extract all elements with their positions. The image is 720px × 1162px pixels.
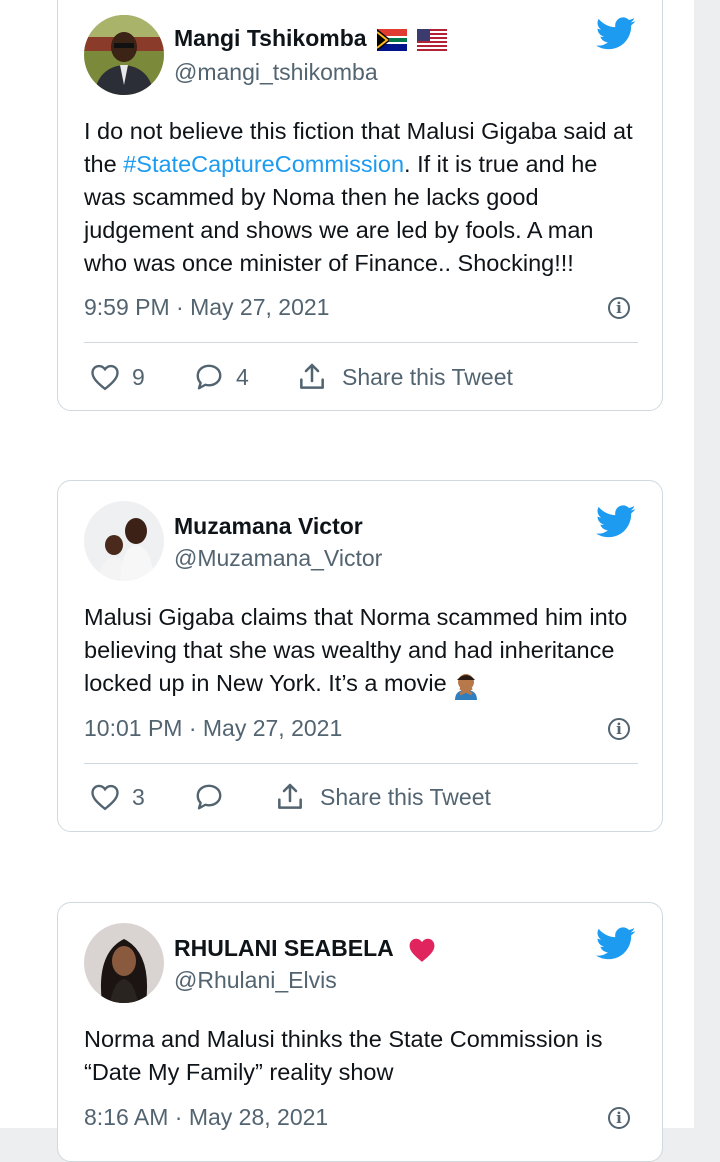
like-button[interactable]: 9 bbox=[90, 359, 145, 395]
share-button[interactable]: Share this Tweet bbox=[274, 779, 491, 815]
person-gesturing-no-emoji-icon bbox=[454, 673, 477, 700]
red-heart-emoji-icon bbox=[409, 938, 435, 962]
tweet-text: Malusi Gigaba claims that Norma scammed … bbox=[84, 601, 638, 700]
twitter-bird-icon[interactable] bbox=[596, 17, 636, 51]
info-icon[interactable]: i bbox=[608, 718, 630, 740]
tweet-text: Norma and Malusi thinks the State Commis… bbox=[84, 1026, 603, 1085]
display-name[interactable]: RHULANI SEABELA bbox=[174, 935, 437, 963]
tweet-timestamp[interactable]: 8:16 AM · May 28, 2021 bbox=[84, 1104, 328, 1131]
divider bbox=[84, 342, 638, 343]
like-count: 3 bbox=[132, 783, 145, 810]
twitter-bird-icon[interactable] bbox=[596, 505, 636, 539]
share-button[interactable]: Share this Tweet bbox=[296, 359, 513, 395]
hashtag-link[interactable]: #StateCaptureCommission bbox=[123, 151, 404, 177]
tweet-card[interactable]: Mangi Tshikomba @mangi_tshikomba I do no… bbox=[57, 0, 663, 411]
avatar[interactable] bbox=[84, 923, 164, 1003]
info-icon[interactable]: i bbox=[608, 297, 630, 319]
south-africa-flag-icon bbox=[376, 28, 407, 51]
divider bbox=[84, 763, 638, 764]
reply-count: 4 bbox=[236, 363, 249, 390]
heart-icon bbox=[91, 364, 119, 391]
tweet-actions: 9 4 Share this Tweet bbox=[84, 359, 644, 395]
tweet-timestamp[interactable]: 10:01 PM · May 27, 2021 bbox=[84, 715, 342, 742]
info-icon[interactable]: i bbox=[608, 1107, 630, 1129]
tweet-card[interactable]: Muzamana Victor @Muzamana_Victor Malusi … bbox=[57, 480, 663, 832]
tweet-card[interactable]: RHULANI SEABELA @Rhulani_Elvis Norma and… bbox=[57, 902, 663, 1162]
user-handle[interactable]: @Muzamana_Victor bbox=[174, 545, 382, 572]
avatar[interactable] bbox=[84, 501, 164, 581]
page: Mangi Tshikomba @mangi_tshikomba I do no… bbox=[0, 0, 694, 1162]
share-label: Share this Tweet bbox=[342, 363, 513, 390]
tweet-actions: 3 Share this Tweet bbox=[84, 779, 644, 815]
twitter-bird-icon[interactable] bbox=[596, 927, 636, 961]
user-handle[interactable]: @Rhulani_Elvis bbox=[174, 967, 337, 994]
user-handle[interactable]: @mangi_tshikomba bbox=[174, 59, 378, 86]
avatar[interactable] bbox=[84, 15, 164, 95]
share-label: Share this Tweet bbox=[320, 783, 491, 810]
share-icon bbox=[300, 363, 324, 389]
like-button[interactable]: 3 bbox=[90, 779, 145, 815]
reply-button[interactable] bbox=[194, 779, 224, 815]
tweet-timestamp[interactable]: 9:59 PM · May 27, 2021 bbox=[84, 294, 329, 321]
share-icon bbox=[278, 783, 302, 809]
reply-bubble-icon bbox=[196, 364, 222, 390]
like-count: 9 bbox=[132, 363, 145, 390]
heart-icon bbox=[91, 784, 119, 811]
reply-button[interactable]: 4 bbox=[194, 359, 249, 395]
usa-flag-icon bbox=[417, 28, 448, 51]
display-name[interactable]: Mangi Tshikomba bbox=[174, 25, 448, 52]
reply-bubble-icon bbox=[196, 784, 222, 810]
display-name[interactable]: Muzamana Victor bbox=[174, 513, 363, 540]
tweet-text: I do not believe this fiction that Malus… bbox=[84, 118, 633, 276]
